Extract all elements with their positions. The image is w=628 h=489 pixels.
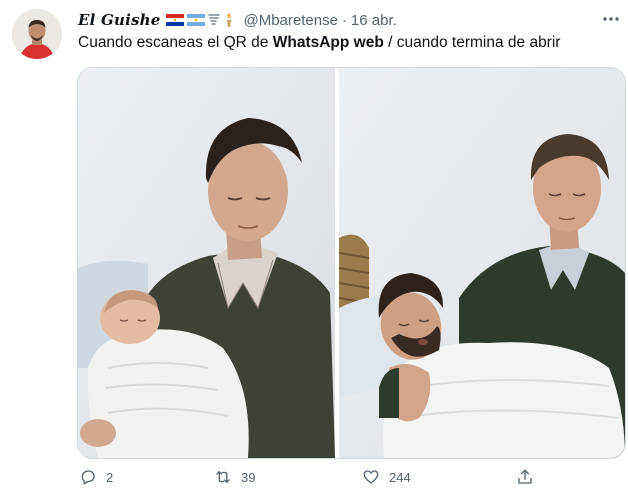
tweet-media[interactable] xyxy=(77,67,626,459)
torch-icon xyxy=(227,13,232,27)
retweet-count: 39 xyxy=(241,469,256,485)
name-emojis xyxy=(166,12,235,28)
share-button[interactable] xyxy=(516,466,543,488)
reply-count: 2 xyxy=(106,469,114,485)
photo-man-holding-newborn[interactable] xyxy=(78,68,335,458)
paraguay-flag-icon xyxy=(166,14,185,26)
heart-icon xyxy=(363,470,379,484)
separator-dot: · xyxy=(341,11,347,29)
reply-button[interactable]: 2 xyxy=(79,466,113,488)
photo-man-holding-grown-son[interactable] xyxy=(339,68,625,458)
photo-left-image xyxy=(78,68,335,458)
tweet-header: El Guishe @Mbaretense · 16 abr. xyxy=(78,10,598,30)
tweet-text-part2: / cuando termina de abrir xyxy=(383,34,561,51)
retweet-icon xyxy=(216,471,230,483)
action-bar: 2 39 244 xyxy=(0,466,628,488)
argentina-flag-icon xyxy=(187,14,206,26)
tornado-icon xyxy=(208,14,221,25)
photo-right-image xyxy=(339,68,625,458)
share-icon xyxy=(518,469,532,484)
tweet-text-bold: WhatsApp web xyxy=(272,34,384,51)
tweet-text-part1: Cuando escaneas el QR de xyxy=(78,34,273,51)
tweet[interactable]: El Guishe @Mbaretense · 16 abr. Cuando e… xyxy=(0,0,628,489)
avatar-image xyxy=(12,9,62,59)
avatar[interactable] xyxy=(12,9,62,59)
like-count: 244 xyxy=(389,469,411,485)
display-name[interactable]: El Guishe xyxy=(78,11,160,29)
reply-icon xyxy=(81,470,95,485)
retweet-button[interactable]: 39 xyxy=(214,466,255,488)
like-button[interactable]: 244 xyxy=(362,466,411,488)
tweet-text: Cuando escaneas el QR de WhatsApp web / … xyxy=(78,34,560,52)
user-handle[interactable]: @Mbaretense xyxy=(243,12,337,29)
more-horizontal-icon[interactable] xyxy=(602,14,620,24)
tweet-date[interactable]: 16 abr. xyxy=(351,12,397,29)
